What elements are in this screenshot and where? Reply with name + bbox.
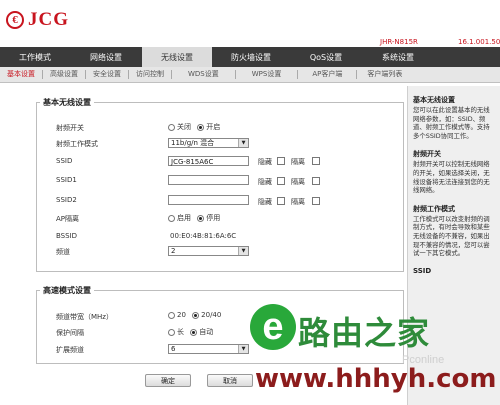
ssid2-hide-label: 隐藏 <box>258 198 272 206</box>
bandwidth-label: 频道带宽（MHz） <box>56 313 113 321</box>
bandwidth-20[interactable] <box>168 311 175 319</box>
tab-network-settings[interactable]: 网络设置 <box>70 47 142 67</box>
radio-switch-on[interactable] <box>197 123 205 131</box>
ssid1-isolate-checkbox[interactable] <box>312 177 320 185</box>
bssid-label: BSSID <box>56 232 78 240</box>
ssid2-hide-checkbox[interactable] <box>277 197 285 205</box>
channel-label: 频道 <box>56 248 70 256</box>
radio-switch-group: 关闭 开启 <box>168 122 224 132</box>
chevron-down-icon: ▼ <box>238 247 248 255</box>
help-text-radio: 射频开关可以控制无线网络的开关，如果选择关闭，无线设备将无法连接到您的无线网络。 <box>413 160 490 195</box>
watermark-text: 路由之家 <box>298 314 431 352</box>
ssid1-isolate-label: 隔离 <box>291 178 305 186</box>
help-title-mode: 射频工作模式 <box>413 204 455 213</box>
ap-isolate-disable[interactable] <box>197 214 205 222</box>
radio-switch-on-label: 开启 <box>206 123 221 131</box>
help-title-ssid: SSID <box>413 266 432 275</box>
radio-switch-off[interactable] <box>168 123 175 131</box>
ssid-isolate-checkbox[interactable] <box>312 157 320 165</box>
ssid2-label: SSID2 <box>56 196 77 204</box>
ssid1-hide-label: 隐藏 <box>258 178 272 186</box>
firmware-version: 16.1.001.505 <box>458 38 500 46</box>
watermark-url: www.hhhyh.com <box>255 364 497 394</box>
chevron-down-icon: ▼ <box>238 139 248 147</box>
subtab-basic[interactable]: 基本设置 <box>0 70 43 79</box>
chevron-down-icon: ▼ <box>238 345 248 353</box>
sub-nav: 基本设置 高级设置 安全设置 访问控制 WDS设置 WPS设置 AP客户端 客户… <box>0 67 500 83</box>
guard-interval-group: 长 自动 <box>168 327 217 337</box>
ap-isolate-enable-label: 启用 <box>177 214 191 222</box>
ext-channel-label: 扩展频道 <box>56 346 84 354</box>
bandwidth-20-label: 20 <box>177 311 186 319</box>
radio-switch-off-label: 关闭 <box>177 123 191 131</box>
subtab-security[interactable]: 安全设置 <box>86 70 129 79</box>
subtab-wps[interactable]: WPS设置 <box>236 70 299 79</box>
ssid2-input[interactable] <box>168 195 249 205</box>
help-title-radio: 射频开关 <box>413 150 441 159</box>
ap-isolate-enable[interactable] <box>168 214 175 222</box>
subtab-wds[interactable]: WDS设置 <box>172 70 236 79</box>
guard-long[interactable] <box>168 328 175 336</box>
subtab-access-control[interactable]: 访问控制 <box>129 70 172 79</box>
guard-auto-label: 自动 <box>199 328 214 336</box>
bandwidth-group: 20 20/40 <box>168 311 225 319</box>
tab-qos-settings[interactable]: QoS设置 <box>290 47 362 67</box>
ssid1-hide-checkbox[interactable] <box>277 177 285 185</box>
tab-system-settings[interactable]: 系统设置 <box>362 47 434 67</box>
tab-work-mode[interactable]: 工作模式 <box>0 47 70 67</box>
help-text-basic: 您可以在此设置基本的无线网络参数，如：SSID、频道、射频工作模式等。支持多个S… <box>413 106 490 140</box>
jcg-logo-icon: € <box>6 11 24 29</box>
ap-isolate-group: 启用 停用 <box>168 213 224 223</box>
rf-mode-value: 11b/g/n 混合 <box>171 139 215 147</box>
guard-interval-label: 保护间隔 <box>56 329 84 337</box>
tab-firewall-settings[interactable]: 防火墙设置 <box>212 47 290 67</box>
bandwidth-20-40-label: 20/40 <box>201 311 222 319</box>
channel-select[interactable]: 2 ▼ <box>168 246 249 256</box>
cancel-button[interactable]: 取消 <box>207 374 253 387</box>
bandwidth-20-40[interactable] <box>192 311 200 319</box>
watermark-logo-glyph: e <box>262 306 284 348</box>
confirm-button[interactable]: 确定 <box>145 374 191 387</box>
ssid1-label: SSID1 <box>56 176 77 184</box>
subtab-client-list[interactable]: 客户端列表 <box>357 70 412 79</box>
brand-name: JCG <box>28 9 69 30</box>
device-model: JHR-N815R <box>380 38 418 46</box>
tab-wireless-settings[interactable]: 无线设置 <box>142 47 212 67</box>
help-text-mode: 工作模式可以改变射频的调制方式，有时会导致和某些无线设备的不兼容，如果出现不兼容… <box>413 214 490 258</box>
subtab-advanced[interactable]: 高级设置 <box>43 70 86 79</box>
subtab-ap-client[interactable]: AP客户端 <box>298 70 358 79</box>
radio-switch-label: 射频开关 <box>56 124 84 132</box>
main-nav: 工作模式 网络设置 无线设置 防火墙设置 QoS设置 系统设置 <box>0 47 500 67</box>
rf-mode-label: 射频工作模式 <box>56 140 98 148</box>
ap-isolate-label: AP隔离 <box>56 215 80 223</box>
help-title-basic: 基本无线设置 <box>413 96 455 104</box>
brand-logo: € JCG <box>6 8 69 32</box>
ssid2-isolate-label: 隔离 <box>291 198 305 206</box>
ssid-hide-checkbox[interactable] <box>277 157 285 165</box>
ssid-label: SSID <box>56 157 73 165</box>
ssid-isolate-label: 隔离 <box>291 158 305 166</box>
ext-channel-select[interactable]: 6 ▼ <box>168 344 249 354</box>
basic-wireless-legend: 基本无线设置 <box>40 97 94 108</box>
ssid-hide-label: 隐藏 <box>258 158 272 166</box>
ssid-input[interactable]: JCG-815A6C <box>168 156 249 166</box>
high-speed-legend: 高速模式设置 <box>40 285 94 296</box>
ext-channel-value: 6 <box>171 345 176 353</box>
ssid2-isolate-checkbox[interactable] <box>312 197 320 205</box>
ap-isolate-disable-label: 停用 <box>206 214 221 222</box>
ssid1-input[interactable] <box>168 175 249 185</box>
channel-value: 2 <box>171 247 176 255</box>
bssid-value: 00:E0:4B:81:6A:6C <box>170 232 237 240</box>
rf-mode-select[interactable]: 11b/g/n 混合 ▼ <box>168 138 249 148</box>
guard-auto[interactable] <box>190 328 198 336</box>
guard-long-label: 长 <box>177 328 184 336</box>
